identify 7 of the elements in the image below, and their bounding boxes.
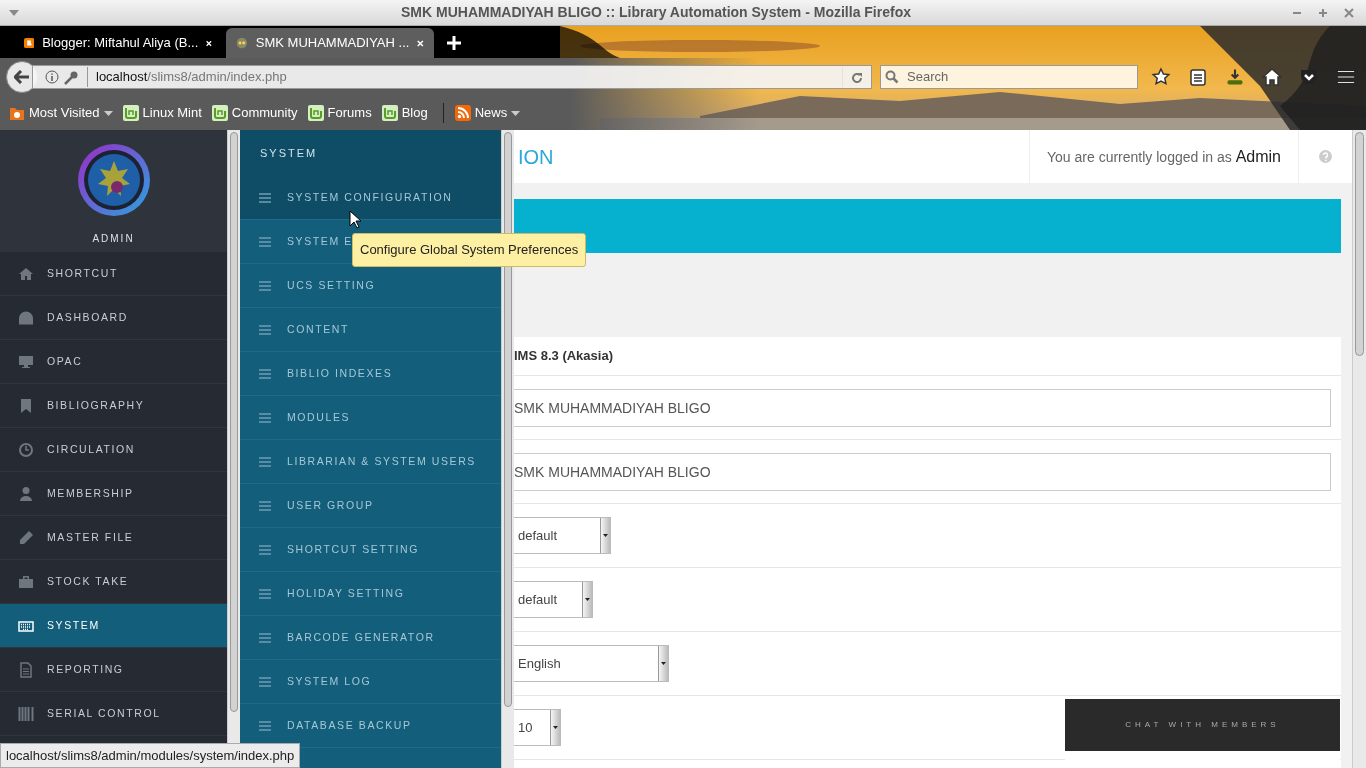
version-text: IMS 8.3 (Akasia) [514,347,613,366]
submenu-title: SYSTEM [260,145,318,161]
window-title: SMK MUHAMMADIYAH BLIGO :: Library Automation System - Mozilla Firefox [401,3,911,22]
user-role: ADMIN [92,232,135,246]
tooltip: Configure Global System Preferences [352,233,587,267]
page-title: ION [518,144,554,170]
login-status: You are currently logged in as Admin [1047,146,1281,167]
